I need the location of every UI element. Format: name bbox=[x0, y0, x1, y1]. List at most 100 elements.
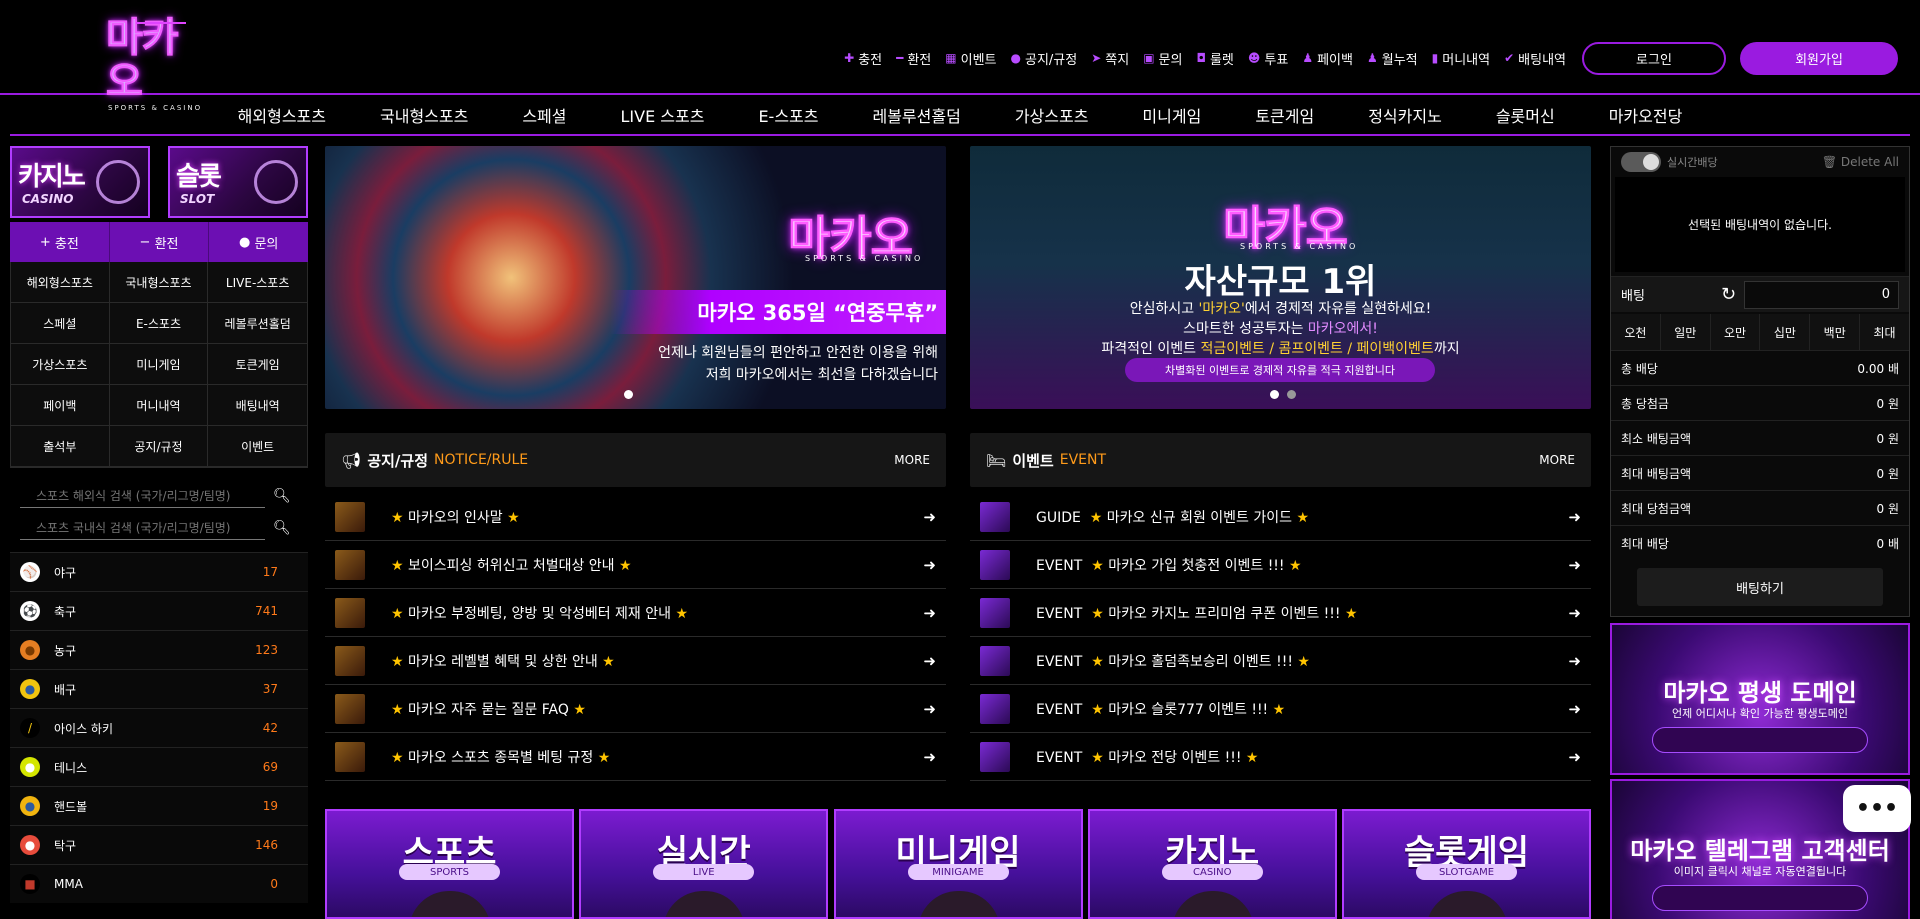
event-row[interactable]: EVENT ★ 마카오 홀덤족보승리 이벤트 !!! ★ ➜ bbox=[970, 637, 1591, 685]
place-bet-button[interactable]: 배팅하기 bbox=[1637, 568, 1883, 606]
mainnav-token-game[interactable]: 토큰게임 bbox=[1255, 103, 1314, 127]
topnav-vote[interactable]: ☻ 투표 bbox=[1248, 49, 1288, 68]
sport-item-ice-hockey[interactable]: / 아이스 하키 42 bbox=[10, 708, 308, 747]
refresh-icon[interactable]: ↻ bbox=[1721, 284, 1736, 305]
grid-item[interactable]: 페이백 bbox=[11, 385, 110, 426]
signup-button[interactable]: 회원가입 bbox=[1740, 41, 1898, 75]
topnav-label: 쪽지 bbox=[1105, 52, 1130, 68]
category-slotgame[interactable]: 슬롯게임 SLOTGAME bbox=[1342, 809, 1591, 919]
chip-50000[interactable]: 오만 bbox=[1710, 314, 1761, 350]
notice-row[interactable]: ★ 마카오 레벨별 혜택 및 상한 안내 ★ ➜ bbox=[325, 637, 946, 685]
grid-item[interactable]: LIVE-스포츠 bbox=[208, 262, 307, 303]
event-row[interactable]: EVENT ★ 마카오 슬롯777 이벤트 !!! ★ ➜ bbox=[970, 685, 1591, 733]
login-button[interactable]: 로그인 bbox=[1582, 41, 1726, 75]
sport-item-tennis[interactable]: ● 테니스 69 bbox=[10, 747, 308, 786]
grid-item[interactable]: 해외형스포츠 bbox=[11, 262, 110, 303]
quick-inquiry-button[interactable]: ● 문의 bbox=[209, 222, 308, 262]
sport-item-handball[interactable]: ● 핸드볼 19 bbox=[10, 786, 308, 825]
mainnav-slot[interactable]: 슬롯머신 bbox=[1496, 103, 1555, 127]
category-sports[interactable]: 스포츠 SPORTS bbox=[325, 809, 574, 919]
notice-row[interactable]: ★ 마카오의 인사말 ★ ➜ bbox=[325, 493, 946, 541]
slot-tile[interactable]: 슬롯 SLOT bbox=[168, 146, 308, 218]
promo-button bbox=[1652, 885, 1868, 911]
grid-item[interactable]: 배팅내역 bbox=[208, 385, 307, 426]
tile-subtitle: CASINO bbox=[22, 192, 74, 206]
mainnav-virtual-sports[interactable]: 가상스포츠 bbox=[1015, 103, 1089, 127]
mainnav-live-sports[interactable]: LIVE 스포츠 bbox=[621, 103, 705, 127]
realtime-odds-toggle[interactable] bbox=[1621, 152, 1661, 172]
bet-amount-input[interactable]: 0 bbox=[1744, 280, 1899, 309]
event-row[interactable]: EVENT ★ 마카오 전당 이벤트 !!! ★ ➜ bbox=[970, 733, 1591, 781]
chip-1000000[interactable]: 백만 bbox=[1810, 314, 1861, 350]
notice-row[interactable]: ★ 마카오 자주 묻는 질문 FAQ ★ ➜ bbox=[325, 685, 946, 733]
grid-item[interactable]: 레볼루션홀덤 bbox=[208, 303, 307, 344]
quick-withdraw-button[interactable]: − 환전 bbox=[109, 222, 210, 262]
grid-item[interactable]: E-스포츠 bbox=[109, 303, 209, 344]
mainnav-special[interactable]: 스페셜 bbox=[522, 103, 566, 127]
carousel-dot[interactable] bbox=[1287, 390, 1296, 399]
category-casino[interactable]: 카지노 CASINO bbox=[1087, 809, 1337, 919]
mainnav-minigame[interactable]: 미니게임 bbox=[1142, 103, 1201, 127]
banner-asset-rank[interactable]: 마카오 SPORTS & CASINO 자산규모 1위 안심하시고 '마카오'에… bbox=[970, 146, 1591, 409]
event-row[interactable]: EVENT ★ 마카오 카지노 프리미엄 쿠폰 이벤트 !!! ★ ➜ bbox=[970, 589, 1591, 637]
chip-10000[interactable]: 일만 bbox=[1660, 314, 1711, 350]
sport-item-volleyball[interactable]: ● 배구 37 bbox=[10, 669, 308, 708]
carousel-dot[interactable] bbox=[624, 390, 633, 399]
topnav-event[interactable]: ▦ 이벤트 bbox=[945, 49, 996, 68]
event-more-link[interactable]: MORE bbox=[1539, 453, 1575, 467]
grid-item[interactable]: 스페셜 bbox=[11, 303, 110, 344]
grid-item[interactable]: 토큰게임 bbox=[208, 344, 307, 385]
grid-item[interactable]: 머니내역 bbox=[109, 385, 209, 426]
grid-item[interactable]: 국내형스포츠 bbox=[109, 262, 209, 303]
notice-row[interactable]: ★ 마카오 부정베팅, 양방 및 악성베터 제재 안내 ★ ➜ bbox=[325, 589, 946, 637]
promo-domain-banner[interactable]: 마카오 평생 도메인 언제 어디서나 확인 가능한 평생도메인 bbox=[1610, 623, 1910, 775]
notice-row[interactable]: ★ 마카오 스포츠 종목별 베팅 규정 ★ ➜ bbox=[325, 733, 946, 781]
topnav-monthly[interactable]: ♟ 월누적 bbox=[1367, 49, 1418, 68]
site-logo[interactable]: 마카오 SPORTS & CASINO bbox=[106, 16, 210, 113]
topnav-roulette[interactable]: ◘ 룰렛 bbox=[1196, 49, 1233, 68]
banner-roulette[interactable]: 마카오 SPORTS & CASINO 마카오 365일 “연중무휴” 언제나 … bbox=[325, 146, 946, 409]
event-row[interactable]: EVENT ★ 마카오 가입 첫충전 이벤트 !!! ★ ➜ bbox=[970, 541, 1591, 589]
chip-100000[interactable]: 십만 bbox=[1760, 314, 1811, 350]
delete-all-button[interactable]: 🗑︎ Delete All bbox=[1822, 155, 1899, 169]
topnav-withdraw[interactable]: ━ 환전 bbox=[896, 49, 931, 68]
category-live[interactable]: 실시간 LIVE bbox=[579, 809, 829, 919]
grid-item[interactable]: 가상스포츠 bbox=[11, 344, 110, 385]
grid-item[interactable]: 공지/규정 bbox=[109, 426, 209, 467]
mainnav-domestic-sports[interactable]: 국내형스포츠 bbox=[380, 103, 468, 127]
overseas-search-input[interactable] bbox=[20, 484, 265, 508]
mainnav-overseas-sports[interactable]: 해외형스포츠 bbox=[238, 103, 326, 127]
chip-max[interactable]: 최대 bbox=[1860, 314, 1909, 350]
category-minigame[interactable]: 미니게임 MINIGAME bbox=[833, 809, 1083, 919]
topnav-money-history[interactable]: ▮ 머니내역 bbox=[1432, 49, 1490, 68]
sport-item-baseball[interactable]: ⚾ 야구 17 bbox=[10, 552, 308, 591]
grid-item[interactable]: 출석부 bbox=[11, 426, 110, 467]
search-icon[interactable]: 🔍︎ bbox=[273, 520, 291, 536]
topnav-inquiry[interactable]: ▣ 문의 bbox=[1143, 49, 1182, 68]
event-row[interactable]: GUIDE ★ 마카오 신규 회원 이벤트 가이드 ★ ➜ bbox=[970, 493, 1591, 541]
search-icon[interactable]: 🔍︎ bbox=[273, 488, 291, 504]
chat-button[interactable]: ••• bbox=[1843, 785, 1911, 832]
grid-item[interactable]: 미니게임 bbox=[109, 344, 209, 385]
mainnav-hall-of-fame[interactable]: 마카오전당 bbox=[1609, 103, 1683, 127]
sport-item-table-tennis[interactable]: ● 탁구 146 bbox=[10, 825, 308, 864]
mainnav-esports[interactable]: E-스포츠 bbox=[758, 103, 818, 127]
domestic-search-input[interactable] bbox=[20, 516, 265, 540]
topnav-payback[interactable]: ♟ 페이백 bbox=[1302, 49, 1353, 68]
grid-item[interactable]: 이벤트 bbox=[208, 426, 307, 467]
notice-more-link[interactable]: MORE bbox=[894, 453, 930, 467]
sport-item-soccer[interactable]: ⚽ 축구 741 bbox=[10, 591, 308, 630]
sport-item-mma[interactable]: ■ MMA 0 bbox=[10, 864, 308, 903]
mainnav-casino[interactable]: 정식카지노 bbox=[1368, 103, 1442, 127]
topnav-message[interactable]: ➤ 쪽지 bbox=[1091, 49, 1129, 68]
sport-item-basketball[interactable]: ● 농구 123 bbox=[10, 630, 308, 669]
casino-tile[interactable]: 카지노 CASINO bbox=[10, 146, 150, 218]
topnav-notice[interactable]: ● 공지/규정 bbox=[1011, 49, 1078, 68]
topnav-deposit[interactable]: ✚ 충전 bbox=[844, 49, 882, 68]
chip-5000[interactable]: 오천 bbox=[1611, 314, 1661, 350]
quick-deposit-button[interactable]: + 충전 bbox=[10, 222, 110, 262]
topnav-bet-history[interactable]: ✔ 배팅내역 bbox=[1504, 49, 1566, 68]
notice-row[interactable]: ★ 보이스피싱 허위신고 처벌대상 안내 ★ ➜ bbox=[325, 541, 946, 589]
carousel-dot[interactable] bbox=[1270, 390, 1279, 399]
mainnav-revolution-holdem[interactable]: 레볼루션홀덤 bbox=[872, 103, 960, 127]
